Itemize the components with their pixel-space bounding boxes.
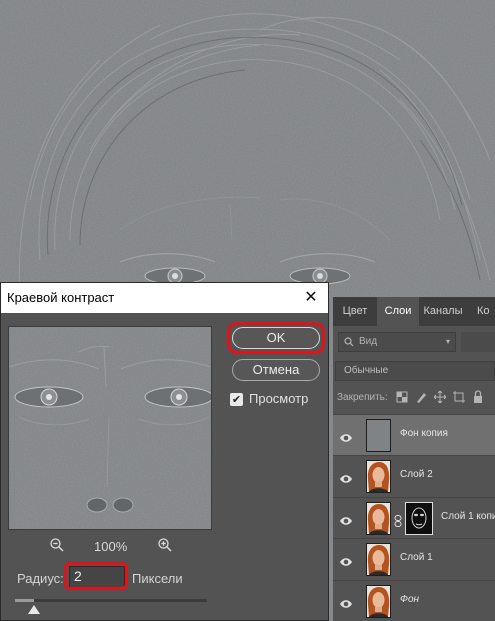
cancel-button[interactable]: Отмена xyxy=(232,359,320,381)
ok-button[interactable]: OK xyxy=(232,327,320,349)
chevron-down-icon: ▾ xyxy=(446,337,451,346)
radius-label: Радиус: xyxy=(17,571,64,586)
radius-slider-fill xyxy=(15,599,35,602)
radius-input[interactable]: 2 xyxy=(69,566,125,588)
lock-pixels-icon[interactable] xyxy=(415,390,427,404)
filter-preview[interactable] xyxy=(8,326,212,530)
preview-checkbox[interactable]: ✔ xyxy=(230,393,243,406)
layer-row[interactable]: Слой 2 xyxy=(333,455,495,496)
layer-name[interactable]: Фон копия xyxy=(400,428,448,439)
eye-icon[interactable] xyxy=(339,511,353,530)
preview-image xyxy=(9,327,211,529)
tab-more[interactable]: Ко xyxy=(467,297,495,326)
layer-row[interactable]: Слой 1 xyxy=(333,538,495,579)
zoom-out-icon[interactable] xyxy=(49,537,65,557)
blend-mode-select[interactable]: Обычные xyxy=(335,361,495,381)
lock-artboard-icon[interactable] xyxy=(453,390,465,404)
layer-row[interactable]: Слой 1 копия xyxy=(333,496,495,538)
layer-name[interactable]: Слой 2 xyxy=(400,469,433,480)
lock-all-icon[interactable] xyxy=(472,390,484,404)
radius-slider-thumb[interactable] xyxy=(28,605,40,614)
eye-icon[interactable] xyxy=(339,469,353,488)
zoom-in-icon[interactable] xyxy=(157,537,173,557)
layer-thumbnail[interactable] xyxy=(366,501,391,535)
layer-thumbnail[interactable] xyxy=(366,543,391,577)
dialog-title: Краевой контраст xyxy=(7,290,115,305)
radius-unit: Пиксели xyxy=(132,571,183,586)
filter-toggles[interactable] xyxy=(461,332,495,352)
preview-checkbox-label[interactable]: Просмотр xyxy=(249,391,308,406)
high-pass-dialog: Краевой контраст ✕ 100% Радиус: 2 Пиксел… xyxy=(0,282,329,621)
layers-list: Фон копия Слой 2 Слой 1 копия Слой 1 Фон xyxy=(333,414,495,621)
tab-channels[interactable]: Каналы xyxy=(419,297,467,326)
layer-filter-label: Вид xyxy=(359,336,378,347)
lock-label: Закрепить: xyxy=(337,392,388,403)
eye-icon[interactable] xyxy=(339,552,353,571)
layer-name[interactable]: Слой 1 xyxy=(400,552,433,563)
layer-thumbnail[interactable] xyxy=(366,419,391,452)
dialog-titlebar[interactable]: Краевой контраст ✕ xyxy=(1,283,328,313)
layer-name[interactable]: Слой 1 копия xyxy=(441,511,495,522)
lock-row: Закрепить: xyxy=(333,389,495,407)
eye-icon[interactable] xyxy=(339,594,353,613)
layer-filter[interactable]: Вид ▾ xyxy=(338,332,456,352)
layer-row[interactable]: Фон xyxy=(333,579,495,621)
panel-tabs: Цвет Слои Каналы Ко xyxy=(333,297,495,326)
layer-thumbnail[interactable] xyxy=(366,460,391,494)
layer-thumbnail[interactable] xyxy=(366,584,391,618)
eye-icon[interactable] xyxy=(339,428,353,447)
radius-slider[interactable] xyxy=(15,599,207,602)
layer-name[interactable]: Фон xyxy=(400,594,419,605)
close-icon[interactable]: ✕ xyxy=(302,287,320,307)
tab-layers[interactable]: Слои xyxy=(377,297,419,326)
layer-row[interactable]: Фон копия xyxy=(333,414,495,455)
lock-position-icon[interactable] xyxy=(433,390,447,404)
layers-panel: Цвет Слои Каналы Ко Вид ▾ Обычные Закреп… xyxy=(333,297,495,621)
tab-color[interactable]: Цвет xyxy=(333,297,377,326)
search-icon xyxy=(344,333,354,358)
link-icon[interactable] xyxy=(394,512,402,531)
lock-transparency-icon[interactable] xyxy=(396,390,408,404)
layer-mask-thumbnail[interactable] xyxy=(405,501,433,535)
zoom-level: 100% xyxy=(94,539,128,554)
zoom-controls: 100% xyxy=(45,537,185,557)
